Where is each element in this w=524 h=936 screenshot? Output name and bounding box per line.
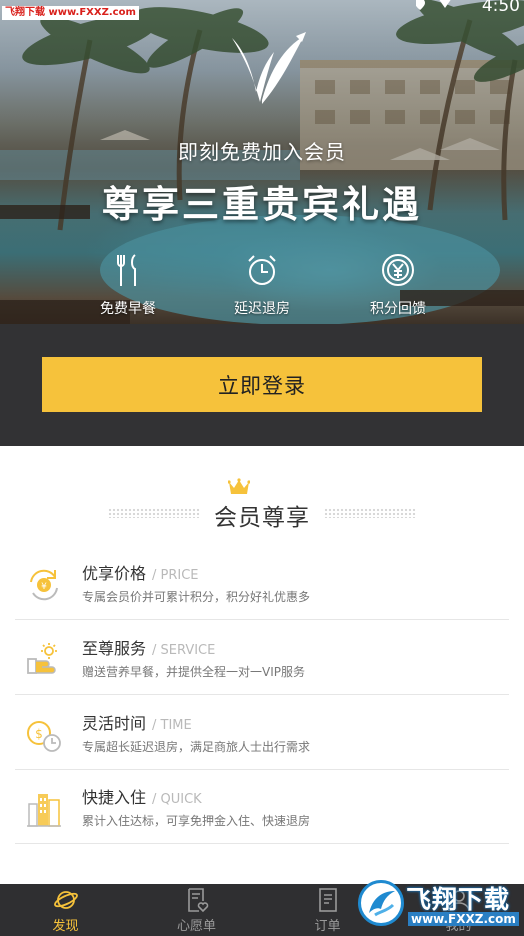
watermark-url: www.FXXZ.com	[408, 912, 519, 926]
watermark-badge: 飞翔下载 www.FXXZ.com	[2, 6, 139, 20]
crown-icon	[228, 478, 250, 494]
svg-text:$: $	[35, 727, 43, 741]
benefit-title: 至尊服务 / SERVICE	[82, 639, 216, 658]
benefit-time[interactable]: $ 灵活时间 / TIME 专属超长延迟退房，满足商旅人士出行需求	[15, 696, 509, 770]
benefit-price[interactable]: ¥ 优享价格 / PRICE 专属会员价并可累计积分，积分好礼优惠多	[15, 546, 509, 620]
perk-label: 延迟退房	[234, 301, 290, 317]
price-exchange-icon: ¥	[30, 569, 58, 601]
hero-title: 尊享三重贵宾礼遇	[102, 183, 422, 226]
perk-points-reward: 积分回馈	[343, 252, 453, 318]
city-building-icon	[27, 794, 61, 827]
benefit-english-label: / PRICE	[152, 568, 199, 583]
hero-subtitle: 即刻免费加入会员	[178, 140, 346, 164]
tab-label: 发现	[52, 919, 79, 934]
tab-wishlist[interactable]: 心愿单	[131, 884, 262, 936]
perk-label: 免费早餐	[100, 301, 156, 317]
alarm-clock-icon	[248, 255, 276, 285]
benefit-description: 赠送营养早餐，并提供全程一对一VIP服务	[82, 665, 305, 679]
watermark-brand: 飞翔下载	[406, 885, 511, 914]
perk-late-checkout: 延迟退房	[207, 252, 317, 318]
benefit-english-label: / SERVICE	[152, 643, 216, 658]
site-watermark: 飞翔下载 www.FXXZ.com	[356, 876, 524, 932]
status-time: 4:50	[481, 0, 520, 16]
member-benefits-heading: 会员尊享	[0, 478, 524, 531]
planet-icon	[53, 891, 78, 909]
fork-knife-icon	[117, 254, 136, 286]
tab-label: 心愿单	[176, 919, 216, 934]
svg-text:¥: ¥	[41, 582, 47, 592]
tab-discover[interactable]: 发现	[0, 884, 131, 936]
perk-label: 积分回馈	[370, 301, 426, 317]
status-signal-icons	[416, 0, 451, 10]
section-title: 会员尊享	[214, 505, 310, 531]
benefit-title: 优享价格 / PRICE	[82, 564, 199, 583]
coin-clock-icon: $	[27, 721, 61, 752]
hotel-logo-icon	[232, 32, 306, 104]
benefit-description: 累计入住达标，可享免押金入住、快速退房	[82, 814, 311, 828]
login-section: 立即登录	[0, 324, 524, 446]
benefit-title: 灵活时间 / TIME	[82, 714, 192, 733]
benefit-english-label: / QUICK	[152, 792, 202, 807]
benefit-quick-checkin[interactable]: 快捷入住 / QUICK 累计入住达标，可享免押金入住、快速退房	[15, 770, 509, 844]
yen-coin-icon	[382, 254, 414, 286]
login-button[interactable]: 立即登录	[42, 357, 482, 412]
watermark-logo-icon	[358, 880, 404, 926]
benefit-title: 快捷入住 / QUICK	[82, 788, 202, 807]
benefit-description: 专属超长延迟退房，满足商旅人士出行需求	[82, 740, 311, 754]
benefit-service[interactable]: 至尊服务 / SERVICE 赠送营养早餐，并提供全程一对一VIP服务	[15, 621, 509, 695]
wishlist-heart-icon	[187, 888, 208, 913]
app-screen: 飞翔下载 www.FXXZ.com 4:50 即刻免费加入会员 尊享三重贵宾礼遇…	[0, 0, 524, 936]
benefit-english-label: / TIME	[152, 718, 192, 733]
benefit-description: 专属会员价并可累计积分，积分好礼优惠多	[82, 590, 311, 604]
perk-free-breakfast: 免费早餐	[73, 252, 183, 318]
hero-banner: 飞翔下载 www.FXXZ.com 4:50 即刻免费加入会员 尊享三重贵宾礼遇…	[0, 0, 524, 324]
service-hand-icon	[27, 643, 57, 674]
order-document-icon	[318, 888, 337, 912]
